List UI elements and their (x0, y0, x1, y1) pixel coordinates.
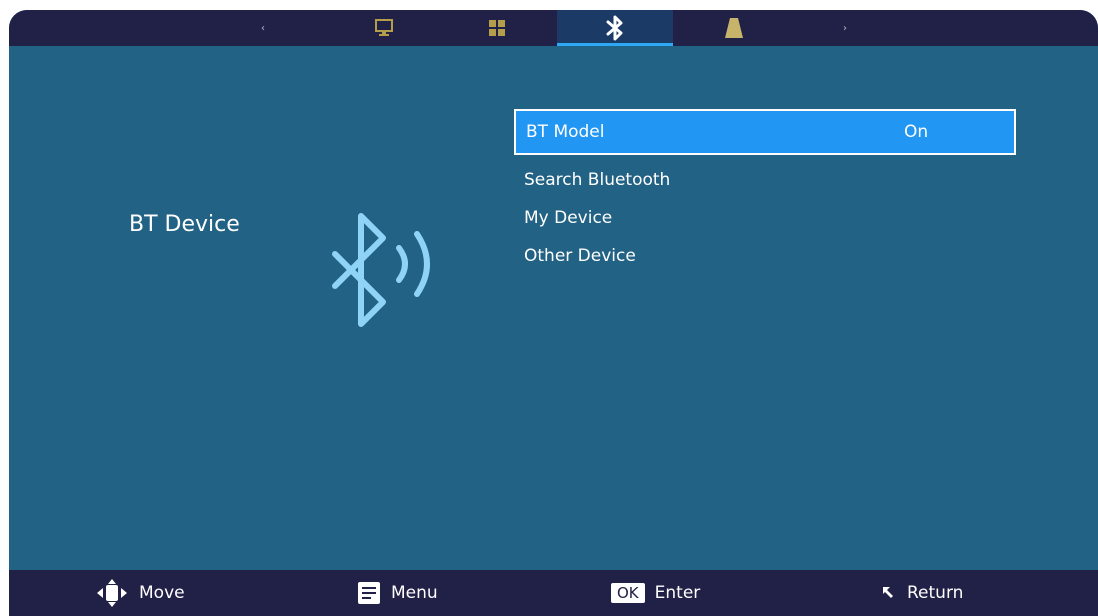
monitor-icon (375, 19, 393, 36)
tab-sound[interactable] (709, 10, 759, 46)
settings-window: ‹ › BT Device BT Model On Search Bluetoo… (9, 10, 1098, 616)
hint-move: Move (95, 570, 185, 616)
hint-return: Return (881, 570, 963, 616)
enter-label: Enter (654, 583, 701, 603)
category-tab-bar: ‹ › (9, 10, 1098, 46)
bluetooth-menu: BT Model On Search Bluetooth My Device O… (514, 109, 1016, 275)
menu-item-label: Other Device (524, 246, 636, 266)
menu-list-icon (358, 582, 380, 604)
menu-item-label: My Device (524, 208, 613, 228)
return-label: Return (907, 583, 964, 603)
bluetooth-wave-icon (327, 206, 447, 340)
hint-menu: Menu (357, 570, 438, 616)
tab-bluetooth[interactable] (557, 10, 673, 46)
tab-apps[interactable] (467, 10, 527, 46)
grid-apps-icon (489, 20, 505, 36)
menu-item-label: Search Bluetooth (524, 170, 671, 190)
bluetooth-icon (606, 15, 623, 41)
ok-key-icon: OK (611, 583, 645, 603)
hint-enter: OK Enter (611, 570, 700, 616)
bluetooth-settings-panel: BT Device BT Model On Search Bluetooth M… (9, 46, 1098, 570)
section-label: BT Device (129, 212, 240, 237)
move-label: Move (139, 583, 185, 603)
menu-item-label: BT Model (526, 122, 605, 142)
tab-scroll-left-arrow[interactable]: ‹ (261, 10, 265, 46)
menu-item-other-device[interactable]: Other Device (514, 237, 1016, 275)
bt-model-value: On (904, 122, 929, 142)
menu-label: Menu (391, 583, 438, 603)
key-hint-bar: Move Menu OK Enter Return (9, 570, 1098, 616)
bell-icon (725, 18, 743, 38)
return-arrow-icon (883, 587, 893, 598)
menu-item-my-device[interactable]: My Device (514, 199, 1016, 237)
menu-item-search-bluetooth[interactable]: Search Bluetooth (514, 161, 1016, 199)
tab-display[interactable] (354, 10, 414, 46)
menu-item-bt-model[interactable]: BT Model On (514, 109, 1016, 155)
tab-scroll-right-arrow[interactable]: › (843, 10, 847, 46)
dpad-icon (97, 579, 127, 607)
